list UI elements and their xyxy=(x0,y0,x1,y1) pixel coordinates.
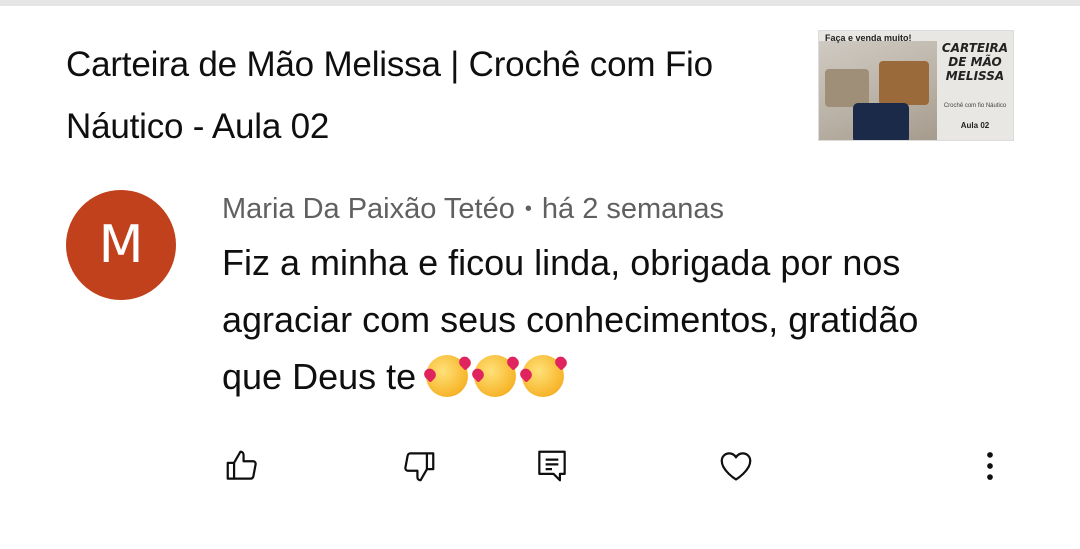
top-divider xyxy=(0,0,1080,6)
smiling-face-with-hearts-icon xyxy=(522,355,565,397)
bag-navy xyxy=(853,103,909,140)
like-button[interactable] xyxy=(220,444,264,488)
smiling-face-with-hearts-icon xyxy=(426,355,469,397)
thumbs-up-icon xyxy=(226,450,257,480)
thumbs-down-icon xyxy=(404,452,435,482)
more-options-button[interactable] xyxy=(968,444,1012,488)
heart-icon xyxy=(720,452,752,481)
comment-timestamp: há 2 semanas xyxy=(541,193,725,225)
comment-body: Fiz a minha e ficou linda, obrigada por … xyxy=(222,242,919,397)
heart-button[interactable] xyxy=(714,444,758,488)
comment-meta: Maria Da Paixão Tetéo • há 2 semanas xyxy=(222,192,724,229)
video-thumbnail[interactable]: Faça e venda muito! CARTEIRA DE MÃO MELI… xyxy=(818,30,1014,141)
meta-separator: • xyxy=(524,198,532,220)
thumbnail-promo-text: Faça e venda muito! xyxy=(825,33,912,43)
comment-text: Fiz a minha e ficou linda, obrigada por … xyxy=(222,234,942,405)
reply-comment-icon xyxy=(538,450,566,482)
thumbnail-subtitle: Crochê com fio Náutico xyxy=(943,103,1007,109)
thumbnail-photo xyxy=(819,41,937,140)
reply-button[interactable] xyxy=(530,444,574,488)
dislike-button[interactable] xyxy=(397,444,441,488)
video-title[interactable]: Carteira de Mão Melissa | Crochê com Fio… xyxy=(66,34,766,158)
avatar[interactable]: M xyxy=(66,190,176,300)
bag-beige xyxy=(825,69,869,107)
comment-author[interactable]: Maria Da Paixão Tetéo xyxy=(222,193,515,225)
thumbnail-lesson: Aula 02 xyxy=(960,121,990,130)
bag-brown xyxy=(879,61,929,105)
smiling-face-with-hearts-icon xyxy=(474,355,517,397)
thumbnail-headline: CARTEIRA DE MÃO MELISSA xyxy=(941,41,1009,83)
more-vertical-icon xyxy=(987,452,993,480)
